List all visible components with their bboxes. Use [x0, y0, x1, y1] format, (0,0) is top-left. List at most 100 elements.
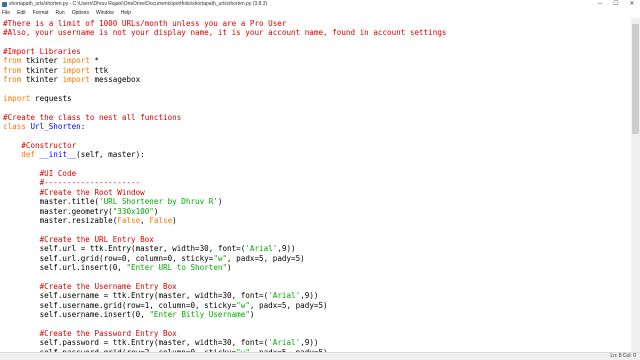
code-token-string: "Enter Bitly Username" — [149, 309, 250, 319]
cursor-position: Ln: 8 Col: 0 — [610, 353, 636, 359]
code-token-comment: #Constructor — [21, 140, 77, 150]
menu-run[interactable]: Run — [56, 9, 65, 18]
maximize-icon[interactable]: ☐ — [608, 0, 624, 9]
menu-window[interactable]: Window — [96, 9, 114, 18]
code-line[interactable]: #There is a limit of 1000 URLs/month unl… — [3, 19, 286, 28]
code-line[interactable]: master.title('URL Shortener by Dhruv R') — [3, 197, 223, 207]
code-token-comment: #--------------------- — [39, 178, 141, 188]
code-token-keyword: import — [62, 65, 90, 75]
code-token-text: self.username = ttk.Entry(master, width=… — [3, 291, 269, 301]
code-token-string: 'URL Shortener by Dhruv R' — [99, 197, 218, 207]
code-line[interactable]: from tkinter import ttk — [3, 66, 108, 75]
code-token-text: , padx=5, pady=5) — [249, 300, 328, 310]
code-line[interactable]: self.url.insert(0, "Enter URL to Shorten… — [3, 263, 232, 272]
code-line[interactable]: #Create the Root Window — [3, 188, 145, 197]
menu-options[interactable]: Options — [72, 9, 89, 18]
code-token-text: messagebox — [89, 74, 141, 84]
code-token-def: Url_Shorten — [30, 121, 81, 131]
code-line[interactable]: self.password = ttk.Entry(master, width=… — [3, 338, 319, 348]
code-line[interactable]: self.username.insert(0, "Enter Bitly Use… — [3, 309, 255, 319]
code-token-comment: #Create the Root Window — [39, 187, 145, 197]
code-line[interactable]: import requests — [3, 94, 72, 103]
code-token-string: "Enter URL to Shorten" — [126, 262, 228, 272]
code-token-text: self.username.insert(0, — [3, 309, 150, 319]
scrollbar-thumb[interactable] — [632, 24, 639, 134]
code-token-text: master.resizable( — [3, 215, 118, 225]
code-line[interactable]: #Create the Username Entry Box — [3, 282, 177, 291]
menu-edit[interactable]: Edit — [17, 9, 26, 18]
code-line[interactable]: self.username.grid(row=1, column=0, stic… — [3, 301, 328, 310]
code-token-text: self.password = ttk.Entry(master, width=… — [3, 338, 269, 348]
code-line[interactable]: self.url = ttk.Entry(master, width=30, f… — [3, 244, 296, 253]
code-token-text: requests — [30, 93, 72, 103]
code-line[interactable]: self.url.grid(row=0, column=0, sticky="w… — [3, 254, 305, 263]
code-line[interactable]: master.resizable(False, False) — [3, 216, 177, 225]
code-token-text: master.geometry( — [3, 206, 113, 216]
code-token-text: ,9)) — [300, 338, 319, 348]
code-line[interactable]: #--------------------- — [3, 178, 141, 188]
code-token-string: 'Arial' — [268, 291, 301, 301]
code-token-string: "w" — [213, 253, 228, 263]
code-line[interactable]: master.geometry("330x100") — [3, 206, 159, 216]
code-token-string: "330x100" — [112, 206, 154, 216]
code-line[interactable]: self.username = ttk.Entry(master, width=… — [3, 291, 319, 301]
window-title: shortapath_urls/shorten.py - C:\Users\Dh… — [9, 1, 268, 7]
code-line[interactable]: class Url_Shorten: — [3, 122, 85, 131]
menu-help[interactable]: Help — [121, 9, 131, 18]
code-token-text: ) — [217, 197, 223, 207]
code-token-text: * — [89, 56, 100, 66]
code-line[interactable]: from tkinter import messagebox — [3, 75, 140, 84]
code-token-keyword: import — [62, 56, 90, 66]
menu-format[interactable]: Format — [33, 9, 49, 18]
code-token-text: ,9)) — [277, 244, 296, 254]
code-token-text: tkinter — [21, 74, 63, 84]
menu-bar: File Edit Format Run Options Window Help — [0, 9, 640, 18]
code-token-text: ttk — [89, 65, 109, 75]
status-bar: Ln: 8 Col: 0 — [0, 352, 640, 360]
code-token-string: 'Arial' — [245, 244, 278, 254]
code-token-comment: #Create the Username Entry Box — [39, 281, 177, 291]
code-token-text: self.url.grid(row=0, column=0, sticky= — [3, 253, 214, 263]
code-token-text: , padx=5, pady=5) — [227, 253, 305, 263]
code-line[interactable]: #Create the URL Entry Box — [3, 235, 154, 244]
code-token-keyword: import — [62, 74, 90, 84]
code-token-comment: #There is a limit of 1000 URLs/month unl… — [3, 18, 287, 28]
code-line[interactable]: def __init__(self, master): — [3, 150, 144, 160]
code-token-text: ) — [249, 309, 255, 319]
code-token-keyword: False — [149, 215, 173, 225]
code-token-text: , — [140, 215, 150, 225]
window-controls: ─ ☐ ✕ — [592, 0, 640, 9]
code-token-text: self.url = ttk.Entry(master, width=30, f… — [3, 244, 246, 254]
code-token-string: 'Arial' — [268, 338, 301, 348]
code-token-text: master.title( — [3, 197, 100, 207]
code-editor[interactable]: #There is a limit of 1000 URLs/month unl… — [0, 18, 631, 352]
code-token-comment: #Create the class to nest all functions — [3, 112, 182, 122]
python-file-icon — [2, 2, 7, 7]
code-line[interactable]: #Create the class to nest all functions — [3, 113, 181, 122]
code-token-text: ) — [227, 262, 232, 272]
vertical-scrollbar[interactable] — [631, 18, 640, 352]
code-line[interactable]: #Constructor — [3, 141, 76, 150]
code-token-string: "w" — [236, 300, 250, 310]
code-line[interactable]: #Import Libraries — [3, 47, 81, 56]
minimize-icon[interactable]: ─ — [592, 0, 608, 9]
code-line[interactable]: #Also, your username is not your display… — [3, 28, 446, 37]
code-line[interactable]: #UI Code — [3, 168, 77, 178]
code-token-text: ) — [172, 215, 177, 225]
code-token-comment: #Create the Password Entry Box — [39, 328, 177, 338]
close-icon[interactable]: ✕ — [624, 0, 640, 9]
code-line[interactable]: from tkinter import * — [3, 56, 99, 65]
code-line[interactable]: #Create the Password Entry Box — [3, 329, 177, 338]
code-token-comment: #UI Code — [39, 168, 77, 178]
menu-file[interactable]: File — [2, 9, 10, 18]
code-token-keyword: def — [21, 150, 36, 160]
code-token-keyword: class — [3, 121, 26, 131]
code-token-keyword: import — [3, 93, 31, 103]
